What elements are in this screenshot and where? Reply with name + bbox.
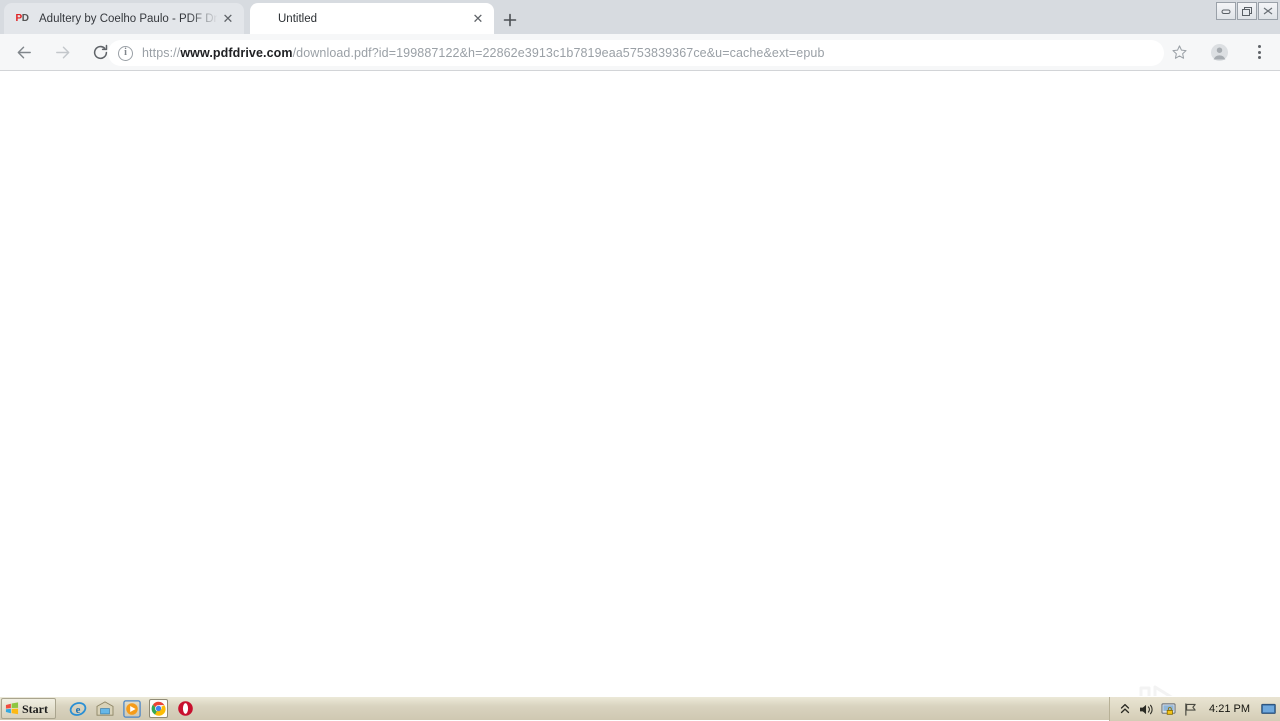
opera-browser-icon[interactable] <box>176 699 195 718</box>
avatar <box>1210 43 1228 61</box>
volume-speaker-icon[interactable] <box>1139 702 1154 717</box>
security-shield-icon[interactable] <box>1161 702 1176 717</box>
page-viewport: ANY RUN Resolving host… <box>0 71 1280 697</box>
tab-pdfdrive[interactable]: PD Adultery by Coelho Paulo - PDF Drive … <box>4 3 244 34</box>
arrow-left-icon <box>17 46 31 58</box>
anyrun-play-logo <box>1139 685 1175 697</box>
url-host: www.pdfdrive.com <box>180 46 293 60</box>
star-icon <box>1171 44 1187 59</box>
clock[interactable]: 4:21 PM <box>1209 703 1250 715</box>
browser-window: PD Adultery by Coelho Paulo - PDF Drive … <box>0 0 1280 721</box>
pdfdrive-favicon: PD <box>14 11 30 27</box>
svg-text:e: e <box>75 704 80 716</box>
quick-launch-bar: e <box>68 699 195 718</box>
start-button[interactable]: Start <box>1 698 56 719</box>
arrow-right-icon <box>55 46 69 58</box>
plus-icon <box>503 13 517 27</box>
tab-untitled[interactable]: Untitled ✕ <box>250 3 494 34</box>
minimize-button[interactable] <box>1216 2 1236 20</box>
bookmark-star-button[interactable] <box>1166 39 1192 65</box>
close-icon <box>1263 7 1273 15</box>
windows-taskbar: Start e 4:21 PM <box>0 696 1280 721</box>
profile-button[interactable] <box>1206 39 1232 65</box>
back-button[interactable] <box>10 38 38 66</box>
anyrun-watermark: ANY RUN <box>1032 683 1280 697</box>
close-button[interactable] <box>1258 2 1278 20</box>
address-bar[interactable]: i https://www.pdfdrive.com/download.pdf?… <box>108 40 1164 66</box>
network-flag-icon[interactable] <box>1183 702 1198 717</box>
windows-flag-icon <box>5 702 19 715</box>
google-chrome-icon[interactable] <box>149 699 168 718</box>
browser-toolbar: i https://www.pdfdrive.com/download.pdf?… <box>0 34 1280 71</box>
favicon-letter-d: D <box>21 13 29 24</box>
restore-button[interactable] <box>1237 2 1257 20</box>
toolbar-actions <box>1166 39 1272 65</box>
tab-title: Untitled <box>278 12 317 25</box>
internet-explorer-icon[interactable]: e <box>68 699 87 718</box>
three-dots-menu-icon <box>1257 45 1261 59</box>
url-text: https://www.pdfdrive.com/download.pdf?id… <box>142 46 825 60</box>
info-circle-icon[interactable]: i <box>118 45 133 61</box>
show-hidden-icons-chevron[interactable] <box>1117 702 1132 717</box>
start-button-label: Start <box>22 701 48 716</box>
tab-strip: PD Adultery by Coelho Paulo - PDF Drive … <box>0 0 1280 34</box>
system-tray: 4:21 PM <box>1109 697 1280 721</box>
new-tab-button[interactable] <box>498 8 522 32</box>
forward-button[interactable] <box>48 38 76 66</box>
close-icon[interactable]: ✕ <box>468 9 488 29</box>
close-icon[interactable]: ✕ <box>218 9 238 29</box>
show-desktop-icon[interactable] <box>95 699 114 718</box>
reload-icon <box>93 44 107 59</box>
avatar-icon <box>1210 43 1228 61</box>
window-controls <box>1216 1 1278 21</box>
url-scheme: https:// <box>142 46 181 60</box>
display-monitor-icon[interactable] <box>1261 702 1276 717</box>
url-path: /download.pdf?id=199887122&h=22862e3913c… <box>292 46 825 60</box>
tab-title: Adultery by Coelho Paulo - PDF Drive <box>39 12 218 25</box>
chrome-menu-button[interactable] <box>1246 39 1272 65</box>
restore-icon <box>1242 6 1252 16</box>
media-player-icon[interactable] <box>122 699 141 718</box>
minimize-icon <box>1221 9 1231 14</box>
